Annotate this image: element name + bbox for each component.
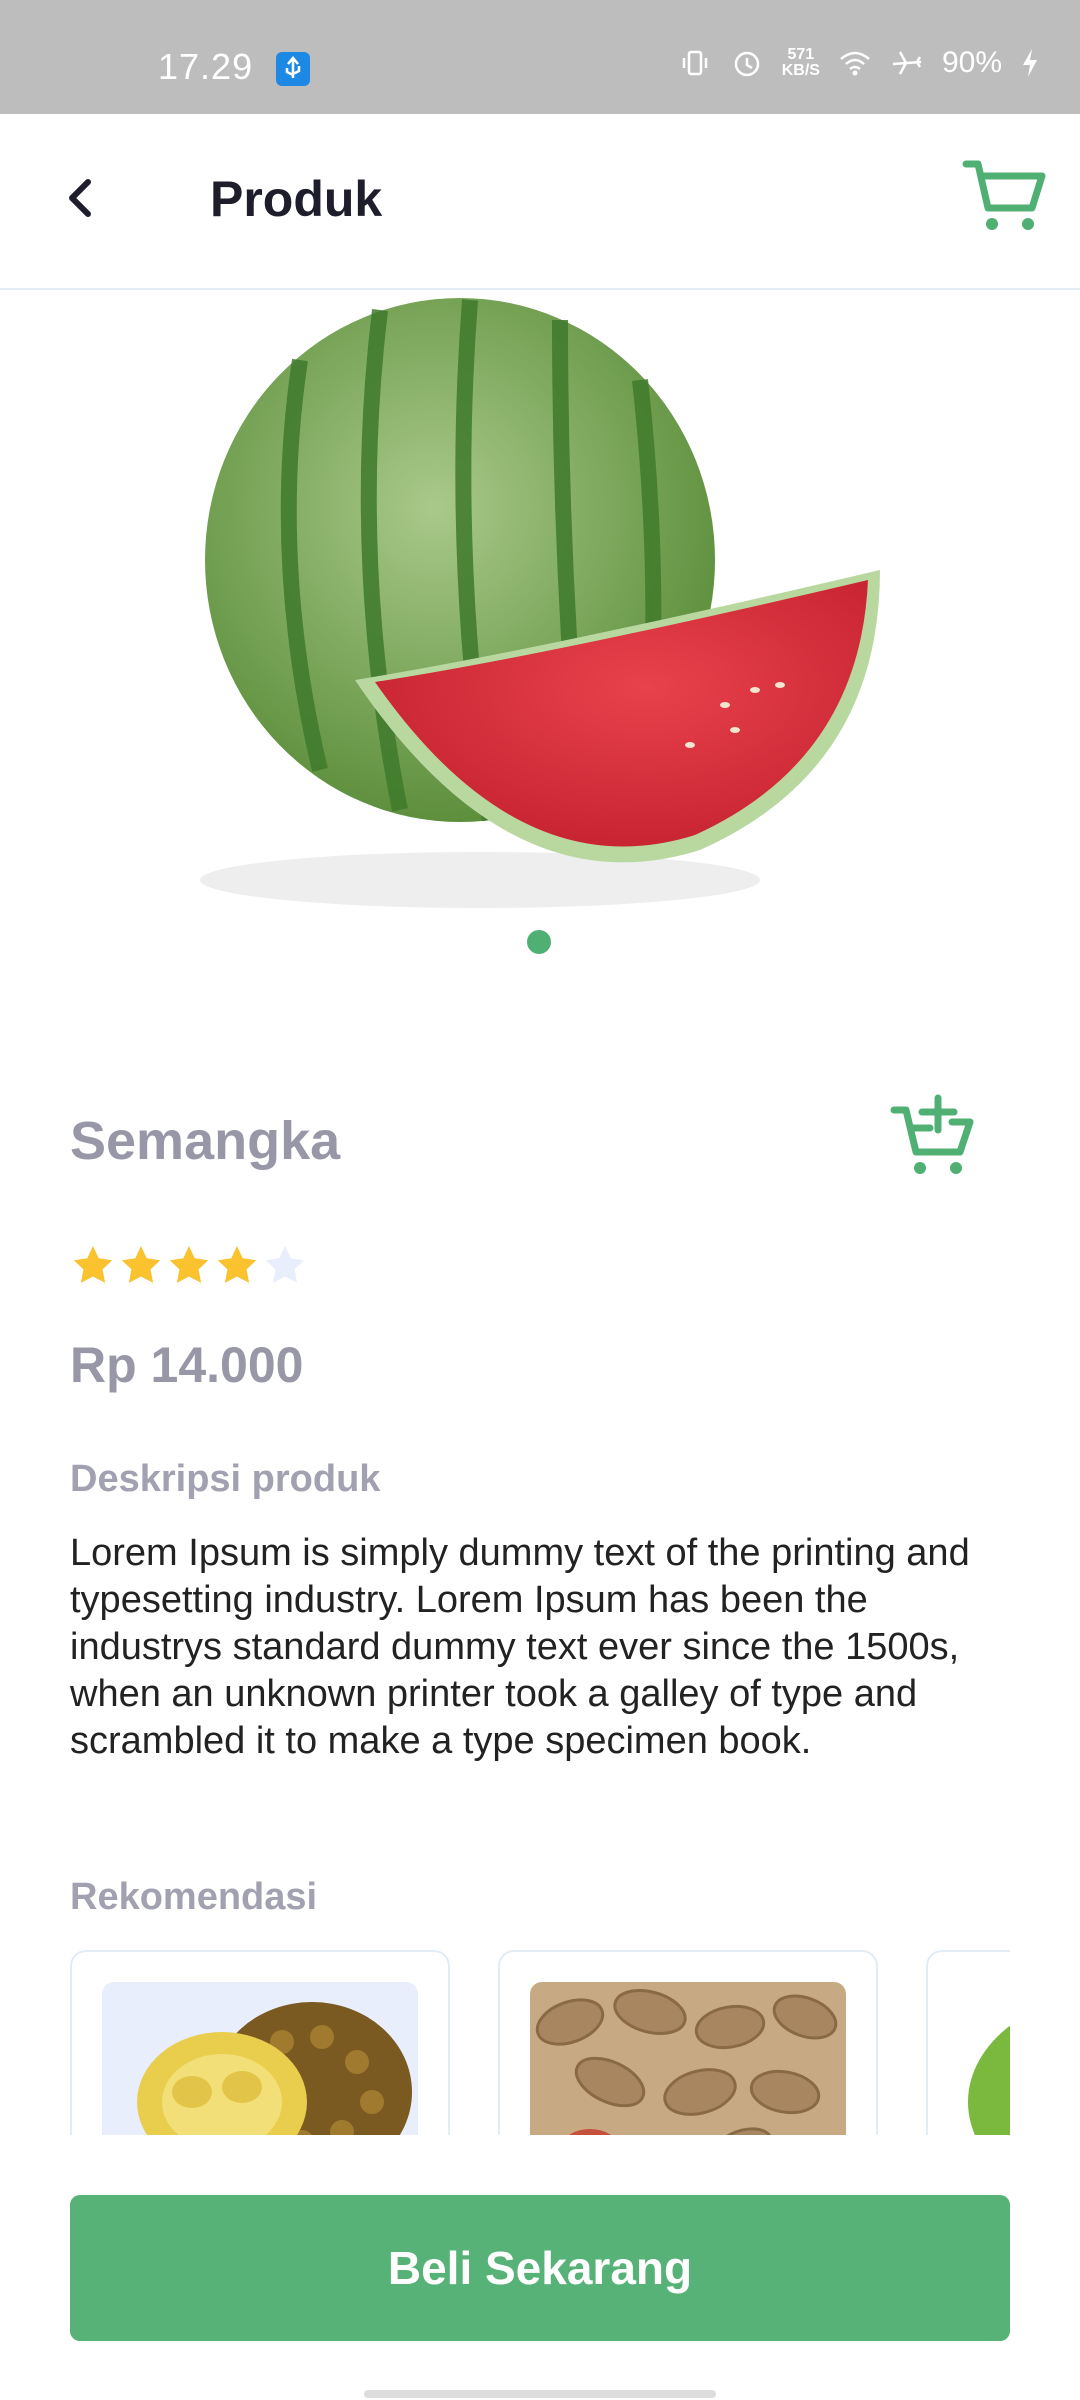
speed-unit: KB/S (781, 62, 820, 79)
recommendations-label: Rekomendasi (70, 1876, 318, 1918)
star-icon (73, 1245, 113, 1283)
durian-image (102, 1982, 418, 2135)
speed-value: 571 (787, 46, 815, 63)
carousel-indicator[interactable] (527, 930, 551, 954)
description-text: Lorem Ipsum is simply dummy text of the … (70, 1532, 970, 1762)
product-name: Semangka (70, 1111, 341, 1171)
app-header: Produk (0, 114, 1080, 290)
add-to-cart-button[interactable] (890, 1090, 980, 1180)
recommendations-list[interactable] (70, 1950, 1010, 2135)
green-fruit-image (958, 1982, 1010, 2135)
wifi-icon (840, 51, 870, 76)
description-label: Deskripsi produk (70, 1458, 381, 1500)
alarm-icon (734, 51, 759, 77)
recommendation-card-peanuts[interactable] (498, 1950, 878, 2135)
recommendation-card-durian[interactable] (70, 1950, 450, 2135)
star-icon (169, 1245, 209, 1283)
network-speed: 571 KB/S (782, 47, 820, 79)
star-empty-icon (265, 1245, 305, 1283)
buy-now-button[interactable]: Beli Sekarang (70, 2195, 1010, 2341)
back-button[interactable] (50, 166, 114, 230)
star-icon (121, 1245, 161, 1283)
status-time: 17.29 (158, 46, 254, 87)
home-indicator[interactable] (364, 2390, 716, 2398)
product-image (200, 298, 880, 908)
star-icon (217, 1245, 257, 1283)
usb-icon (276, 52, 310, 86)
rating-stars (70, 1242, 308, 1288)
recommendation-card-green-fruit[interactable] (926, 1950, 1010, 2135)
battery-level: 90% (941, 46, 1002, 79)
cart-plus-icon (890, 1094, 974, 1156)
airplane-icon (892, 51, 922, 75)
chevron-left-icon (69, 179, 91, 217)
charging-icon (1023, 49, 1037, 77)
cart-icon (962, 160, 1046, 212)
product-price: Rp 14.000 (70, 1337, 304, 1393)
page-title: Produk (210, 171, 383, 227)
peanuts-image (530, 1982, 846, 2135)
status-bar: 17.29 571 KB/S 90% (0, 0, 1080, 114)
cart-button[interactable] (960, 152, 1050, 242)
status-icons: 571 KB/S 90% (678, 46, 1040, 80)
vibrate-icon (682, 50, 707, 76)
